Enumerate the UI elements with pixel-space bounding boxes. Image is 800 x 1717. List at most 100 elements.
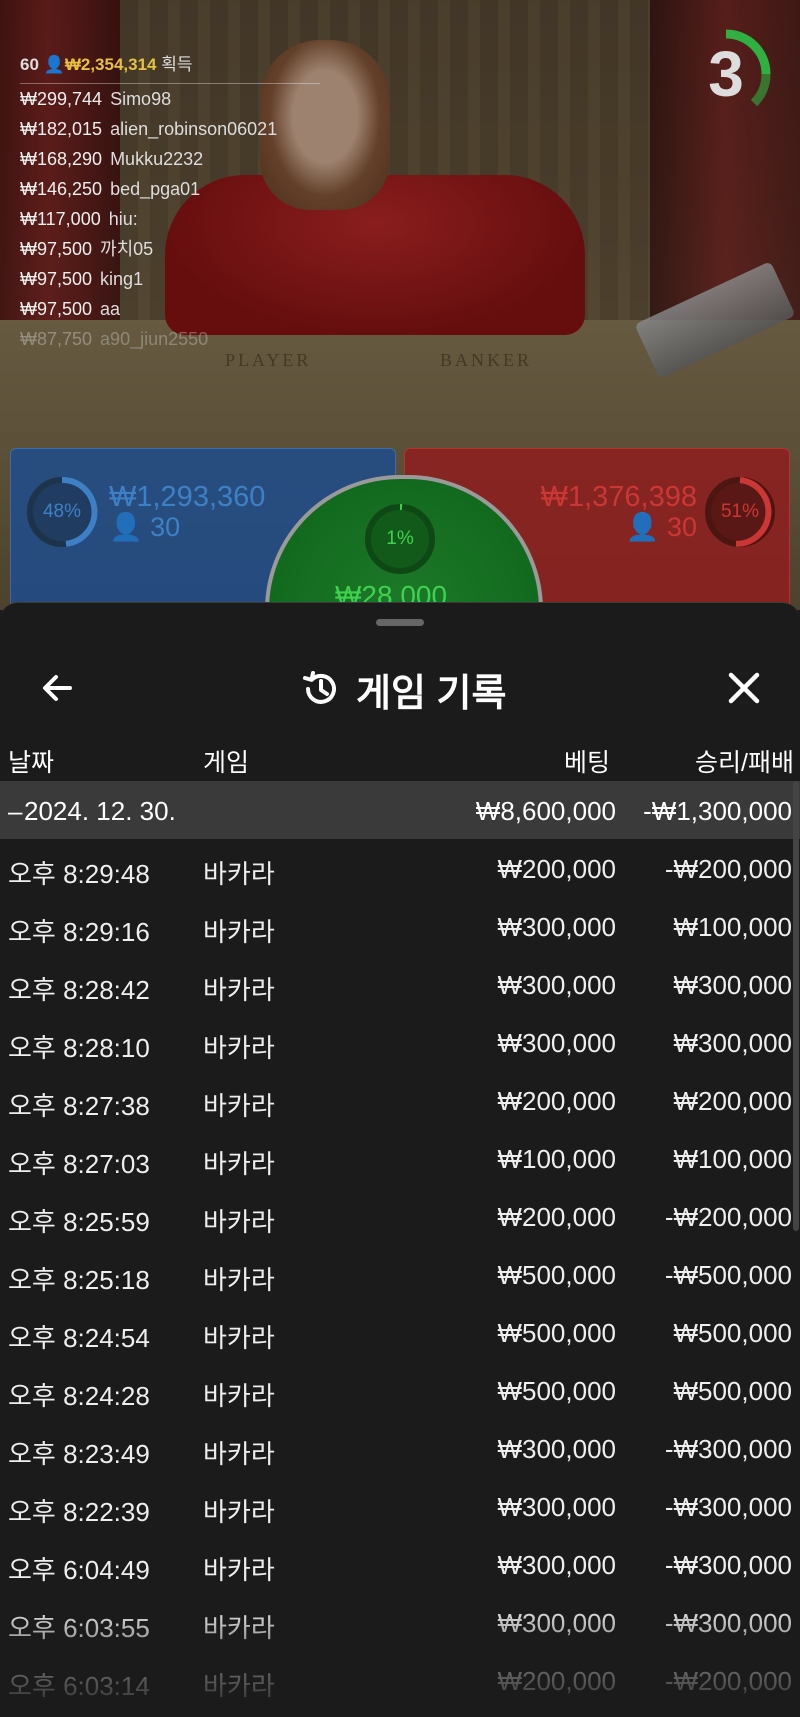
- history-game: 바카라: [203, 1207, 275, 1237]
- history-game: 바카라: [203, 1439, 275, 1469]
- winner-name: bed_pga01: [110, 179, 201, 199]
- winner-amount: ₩299,744: [20, 89, 103, 109]
- history-result: -₩300,000: [664, 1434, 792, 1464]
- winner-name: aa: [100, 299, 121, 319]
- history-row[interactable]: 오후 8:28:42 바카라 ₩300,000 ₩300,000: [0, 955, 800, 1013]
- player-user-icon: 👤: [109, 512, 143, 542]
- history-time: 오후 8:24:28: [8, 1381, 150, 1411]
- history-time: 오후 8:28:42: [8, 975, 150, 1005]
- tie-percent: 1%: [386, 528, 414, 549]
- history-row[interactable]: 오후 8:27:38 바카라 ₩200,000 ₩200,000: [0, 1071, 800, 1129]
- winners-total: ₩2,354,314: [64, 55, 157, 74]
- history-row[interactable]: 오후 8:22:39 바카라 ₩300,000 -₩300,000: [0, 1477, 800, 1535]
- history-game: 바카라: [203, 1149, 275, 1179]
- history-time: 오후 6:04:49: [8, 1555, 150, 1585]
- history-bet: ₩200,000: [497, 854, 616, 884]
- winner-name: Simo98: [110, 89, 172, 109]
- history-bet: ₩200,000: [497, 1202, 616, 1232]
- winner-row: ₩299,744 Simo98: [20, 84, 320, 114]
- history-time: 오후 6:03:14: [8, 1671, 150, 1701]
- history-game: 바카라: [203, 1671, 275, 1701]
- drag-handle[interactable]: [376, 619, 424, 626]
- history-time: 오후 8:22:39: [8, 1497, 150, 1527]
- scrollbar[interactable]: [793, 781, 799, 1231]
- history-game: 바카라: [203, 859, 275, 889]
- close-icon: [728, 672, 760, 704]
- history-row[interactable]: 오후 8:23:49 바카라 ₩300,000 -₩300,000: [0, 1419, 800, 1477]
- history-time: 오후 8:29:16: [8, 917, 150, 947]
- date-group-row[interactable]: – 2024. 12. 30. ₩8,600,000 -₩1,300,000: [0, 781, 800, 839]
- history-row[interactable]: 오후 8:28:10 바카라 ₩300,000 ₩300,000: [0, 1013, 800, 1071]
- history-bet: ₩300,000: [497, 1608, 616, 1638]
- winner-amount: ₩182,015: [20, 119, 103, 139]
- history-row[interactable]: 오후 8:29:48 바카라 ₩200,000 -₩200,000: [0, 839, 800, 897]
- history-row[interactable]: 오후 6:03:14 바카라 ₩200,000 -₩200,000: [0, 1651, 800, 1709]
- winners-header: 60 👤₩2,354,314 획득: [20, 50, 320, 84]
- player-percent-ring: 48%: [25, 475, 99, 549]
- history-time: 오후 8:27:38: [8, 1091, 150, 1121]
- date-group-result: -₩1,300,000: [643, 796, 792, 826]
- history-game: 바카라: [203, 1381, 275, 1411]
- history-time: 오후 8:23:49: [8, 1439, 150, 1469]
- history-clock-icon: [303, 671, 336, 704]
- winner-row: ₩97,500 까치05: [20, 234, 320, 264]
- player-percent: 48%: [42, 501, 82, 522]
- history-row[interactable]: 오후 8:29:16 바카라 ₩300,000 ₩100,000: [0, 897, 800, 955]
- history-row[interactable]: 오후 8:25:59 바카라 ₩200,000 -₩200,000: [0, 1187, 800, 1245]
- winner-amount: ₩87,750: [20, 329, 93, 349]
- winner-name: Mukku2232: [110, 149, 204, 169]
- banker-count: 30: [666, 512, 697, 542]
- winner-name: alien_robinson06021: [110, 119, 278, 139]
- winner-amount: ₩168,290: [20, 149, 103, 169]
- back-button[interactable]: [34, 663, 84, 713]
- winner-amount: ₩146,250: [20, 179, 103, 199]
- sheet-title: 게임 기록: [356, 672, 507, 715]
- history-bet: ₩300,000: [497, 912, 616, 942]
- history-row[interactable]: 오후 6:04:49 바카라 ₩300,000 -₩300,000: [0, 1535, 800, 1593]
- history-time: 오후 8:24:54: [8, 1323, 150, 1353]
- history-result: ₩500,000: [673, 1318, 792, 1348]
- history-game: 바카라: [203, 1497, 275, 1527]
- history-game: 바카라: [203, 1613, 275, 1643]
- history-time: 오후 8:28:10: [8, 1033, 150, 1063]
- history-row[interactable]: 오후 8:24:54 바카라 ₩500,000 ₩500,000: [0, 1303, 800, 1361]
- history-result: -₩200,000: [664, 1666, 792, 1696]
- history-bet: ₩500,000: [497, 1318, 616, 1348]
- winner-amount: ₩97,500: [20, 299, 93, 319]
- tie-percent-ring: 1%: [363, 502, 437, 576]
- col-date: 날짜: [8, 749, 55, 777]
- banker-user-icon: 👤: [625, 512, 660, 542]
- history-row[interactable]: 오후 8:24:28 바카라 ₩500,000 ₩500,000: [0, 1361, 800, 1419]
- date-group-bet: ₩8,600,000: [475, 796, 616, 826]
- close-button[interactable]: [719, 663, 769, 713]
- history-result: -₩200,000: [664, 854, 792, 884]
- history-bet: ₩300,000: [497, 1492, 616, 1522]
- banker-percent: 51%: [720, 501, 760, 522]
- banker-percent-ring: 51%: [703, 475, 777, 549]
- winner-name: 까치05: [100, 239, 154, 259]
- history-time: 오후 8:25:18: [8, 1265, 150, 1295]
- col-game: 게임: [203, 749, 250, 777]
- history-bet: ₩200,000: [497, 1086, 616, 1116]
- history-bet: ₩100,000: [497, 1144, 616, 1174]
- history-game: 바카라: [203, 917, 275, 947]
- history-row[interactable]: 오후 8:25:18 바카라 ₩500,000 -₩500,000: [0, 1245, 800, 1303]
- arrow-left-icon: [43, 675, 72, 701]
- history-result: -₩200,000: [664, 1202, 792, 1232]
- winners-list: 60 👤₩2,354,314 획득 ₩299,744 Simo98 ₩182,015…: [20, 50, 320, 354]
- table-header: 날짜 게임 베팅 승리/패배: [0, 731, 800, 781]
- winner-amount: ₩97,500: [20, 239, 93, 259]
- sheet-title-group: 게임 기록: [300, 661, 506, 717]
- history-bet: ₩300,000: [497, 970, 616, 1000]
- history-time: 오후 8:25:59: [8, 1207, 150, 1237]
- history-result: -₩500,000: [664, 1260, 792, 1290]
- history-row[interactable]: 오후 8:27:03 바카라 ₩100,000 ₩100,000: [0, 1129, 800, 1187]
- winner-rows: ₩299,744 Simo98 ₩182,015 alien_robinson0602…: [20, 84, 320, 354]
- winner-row: ₩97,500 king1: [20, 264, 320, 294]
- history-list[interactable]: – 2024. 12. 30. ₩8,600,000 -₩1,300,000 오…: [0, 781, 800, 1717]
- history-bet: ₩500,000: [497, 1260, 616, 1290]
- winner-name: a90_jiun2550: [100, 329, 209, 349]
- sheet-header: 게임 기록: [0, 643, 800, 733]
- history-row[interactable]: 오후 6:03:55 바카라 ₩300,000 -₩300,000: [0, 1593, 800, 1651]
- history-result: ₩300,000: [673, 970, 792, 1000]
